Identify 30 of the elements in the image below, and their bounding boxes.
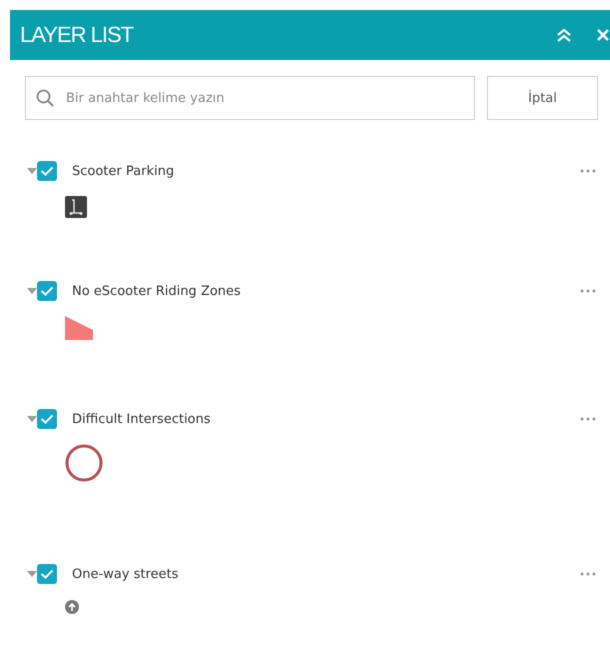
polygon-icon <box>65 316 93 340</box>
cancel-button[interactable]: İptal <box>487 76 598 120</box>
layer-checkbox[interactable] <box>37 161 57 181</box>
search-field[interactable]: Bir anahtar kelime yazın <box>25 76 475 120</box>
more-options-icon[interactable] <box>580 572 596 576</box>
caret-icon[interactable] <box>27 415 37 423</box>
scooter-icon <box>65 196 87 218</box>
collapse-icon[interactable] <box>556 28 572 42</box>
caret-icon[interactable] <box>27 570 37 578</box>
more-options-icon[interactable] <box>580 289 596 293</box>
circle-icon <box>65 444 103 482</box>
panel-title: LAYER LIST <box>20 22 134 48</box>
layer-checkbox[interactable] <box>37 564 57 584</box>
check-icon <box>40 414 54 424</box>
layer-name: Scooter Parking <box>72 164 176 178</box>
search-icon <box>36 89 54 107</box>
caret-icon[interactable] <box>27 167 37 175</box>
layer-name: Difficult Intersections <box>72 412 212 426</box>
arrow-icon <box>65 600 79 614</box>
close-icon[interactable] <box>596 28 610 42</box>
check-icon <box>40 166 54 176</box>
more-options-icon[interactable] <box>580 417 596 421</box>
layer-name: No eScooter Riding Zones <box>72 284 242 298</box>
more-options-icon[interactable] <box>580 169 596 173</box>
check-icon <box>40 286 54 296</box>
check-icon <box>40 569 54 579</box>
caret-icon[interactable] <box>27 287 37 295</box>
layer-checkbox[interactable] <box>37 281 57 301</box>
layer-name: One-way streets <box>72 566 180 582</box>
layer-checkbox[interactable] <box>37 409 57 429</box>
